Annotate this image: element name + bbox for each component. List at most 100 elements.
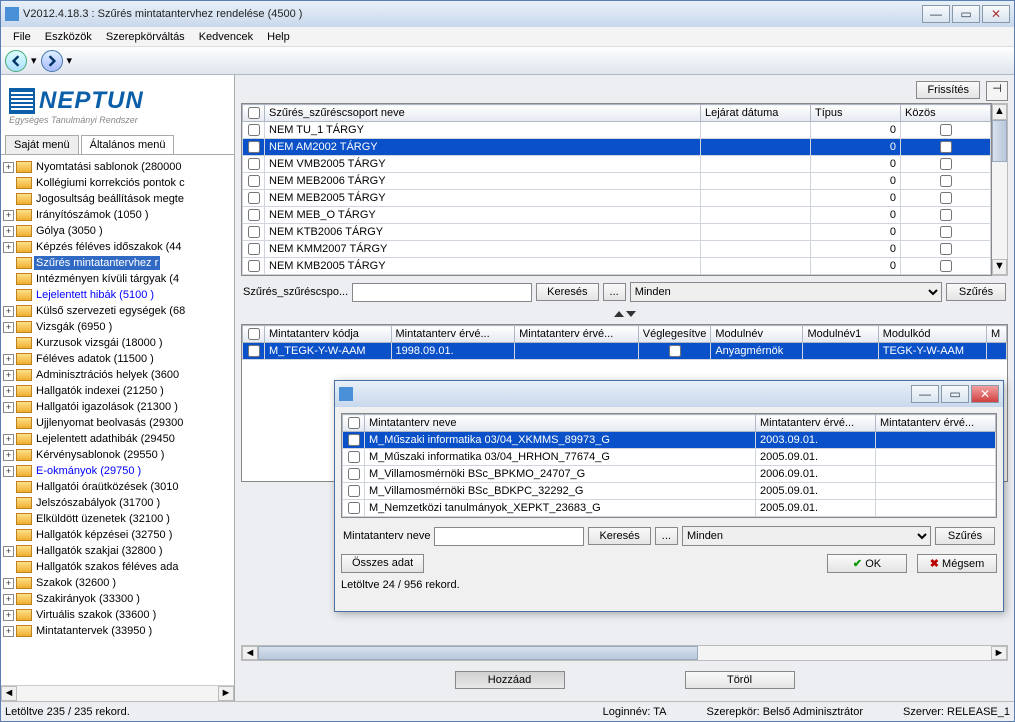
tree-item[interactable]: Intézményen kívüli tárgyak (4 (1, 271, 234, 287)
tree-item[interactable]: +Vizsgák (6950 ) (1, 319, 234, 335)
search-input[interactable] (352, 283, 532, 302)
col-m[interactable]: M (987, 326, 1007, 343)
col-type[interactable]: Típus (811, 105, 901, 122)
shared-checkbox[interactable] (940, 243, 952, 255)
tree-item[interactable]: Hallgatói óraütközések (3010 (1, 479, 234, 495)
scroll-right-icon[interactable]: ► (218, 686, 234, 701)
tree-item[interactable]: +Gólya (3050 ) (1, 223, 234, 239)
col-valid2[interactable]: Mintatanterv érvé... (876, 415, 996, 432)
dialog-search-select[interactable]: Minden (682, 526, 931, 546)
tree-item[interactable]: +Irányítószámok (1050 ) (1, 207, 234, 223)
sidebar-hscroll[interactable]: ◄ ► (1, 685, 234, 701)
tab-general-menu[interactable]: Általános menü (81, 135, 175, 154)
menu-tools[interactable]: Eszközök (39, 29, 98, 45)
tree-item[interactable]: +Hallgatói igazolások (21300 ) (1, 399, 234, 415)
scroll-left-icon[interactable]: ◄ (1, 686, 17, 701)
shared-checkbox[interactable] (940, 192, 952, 204)
dialog-filter-button[interactable]: Szűrés (935, 527, 995, 545)
table-row[interactable]: NEM TU_1 TÁRGY0 (243, 122, 991, 139)
table-row[interactable]: M_Villamosmérnöki BSc_BDKPC_32292_G2005.… (343, 483, 996, 500)
tree-item[interactable]: +Nyomtatási sablonok (280000 (1, 159, 234, 175)
row-checkbox[interactable] (348, 451, 360, 463)
expand-icon[interactable]: + (3, 306, 14, 317)
expand-icon[interactable]: + (3, 386, 14, 397)
browse-button[interactable]: ... (603, 283, 626, 301)
cancel-button[interactable]: Mégsem (917, 554, 997, 573)
close-button[interactable]: ✕ (982, 5, 1010, 23)
tree-item[interactable]: +Hallgatók indexei (21250 ) (1, 383, 234, 399)
shared-checkbox[interactable] (940, 175, 952, 187)
table-row[interactable]: NEM MEB2005 TÁRGY0 (243, 190, 991, 207)
col-name[interactable]: Szűrés_szűréscsoport neve (265, 105, 701, 122)
expand-icon[interactable]: + (3, 162, 14, 173)
tree-item[interactable]: +Szakirányok (33300 ) (1, 591, 234, 607)
dialog-minimize-button[interactable]: — (911, 385, 939, 403)
row-checkbox[interactable] (348, 434, 360, 446)
expand-icon[interactable]: + (3, 434, 14, 445)
expand-icon[interactable]: + (3, 354, 14, 365)
scroll-up-icon[interactable]: ▲ (992, 104, 1007, 120)
tree-item[interactable]: +Hallgatók szakjai (32800 ) (1, 543, 234, 559)
menu-role[interactable]: Szerepkörváltás (100, 29, 191, 45)
expand-icon[interactable]: + (3, 578, 14, 589)
splitter-down-icon[interactable] (626, 311, 636, 317)
tree-item[interactable]: Elküldött üzenetek (32100 ) (1, 511, 234, 527)
add-button[interactable]: Hozzáad (455, 671, 565, 689)
ok-button[interactable]: OK (827, 554, 907, 573)
expand-icon[interactable]: + (3, 402, 14, 413)
expand-icon[interactable]: + (3, 546, 14, 557)
col-code[interactable]: Mintatanterv kódja (265, 326, 392, 343)
search-button[interactable]: Keresés (536, 283, 598, 301)
col-module1[interactable]: Modulnév1 (803, 326, 878, 343)
row-checkbox[interactable] (248, 141, 260, 153)
expand-icon[interactable]: + (3, 610, 14, 621)
tree-item[interactable]: +Adminisztrációs helyek (3600 (1, 367, 234, 383)
expand-icon[interactable] (3, 338, 14, 349)
nav-forward-dropdown[interactable]: ▾ (67, 54, 73, 67)
tree-item[interactable]: +Mintatantervek (33950 ) (1, 623, 234, 639)
dialog-search-input[interactable] (434, 527, 584, 546)
tree-item[interactable]: +Képzés féléves időszakok (44 (1, 239, 234, 255)
minimize-button[interactable]: — (922, 5, 950, 23)
dialog-browse-button[interactable]: ... (655, 527, 678, 545)
tree-item[interactable]: Jogosultság beállítások megte (1, 191, 234, 207)
expand-icon[interactable] (3, 562, 14, 573)
expand-icon[interactable]: + (3, 594, 14, 605)
shared-checkbox[interactable] (940, 158, 952, 170)
col-modulecode[interactable]: Modulkód (878, 326, 986, 343)
tree-item[interactable]: +Lejelentett adathibák (29450 (1, 431, 234, 447)
dialog-search-button[interactable]: Keresés (588, 527, 650, 545)
expand-icon[interactable]: + (3, 226, 14, 237)
shared-checkbox[interactable] (940, 209, 952, 221)
expand-icon[interactable] (3, 514, 14, 525)
table-row[interactable]: M_Villamosmérnöki BSc_BPKMO_24707_G2006.… (343, 466, 996, 483)
expand-icon[interactable]: + (3, 242, 14, 253)
row-checkbox[interactable] (348, 485, 360, 497)
splitter-up-icon[interactable] (614, 311, 624, 317)
shared-checkbox[interactable] (940, 141, 952, 153)
table-row[interactable]: M_Műszaki informatika 03/04_HRHON_77674_… (343, 449, 996, 466)
tree-item[interactable]: Kollégiumi korrekciós pontok c (1, 175, 234, 191)
maximize-button[interactable]: ▭ (952, 5, 980, 23)
tree-item[interactable]: +Kérvénysablonok (29550 ) (1, 447, 234, 463)
row-checkbox[interactable] (248, 158, 260, 170)
tree-item[interactable]: Kurzusok vizsgái (18000 ) (1, 335, 234, 351)
tree-item[interactable]: Szűrés mintatantervhez r (1, 255, 234, 271)
expand-icon[interactable] (3, 274, 14, 285)
splitter[interactable] (241, 308, 1008, 320)
expand-icon[interactable]: + (3, 370, 14, 381)
tree-item[interactable]: Jelszószabályok (31700 ) (1, 495, 234, 511)
table-row[interactable]: NEM MEB2006 TÁRGY0 (243, 173, 991, 190)
main-hscroll[interactable]: ◄ ► (241, 645, 1008, 661)
expand-icon[interactable] (3, 530, 14, 541)
scroll-left-icon[interactable]: ◄ (242, 646, 258, 660)
grid-vscroll[interactable]: ▲ ▼ (992, 103, 1008, 276)
tree-item[interactable]: +Szakok (32600 ) (1, 575, 234, 591)
menu-tree[interactable]: +Nyomtatási sablonok (280000Kollégiumi k… (1, 155, 234, 685)
row-checkbox[interactable] (248, 209, 260, 221)
col-checkbox[interactable] (343, 415, 365, 432)
menu-file[interactable]: File (7, 29, 37, 45)
col-valid1[interactable]: Mintatanterv érvé... (391, 326, 515, 343)
scroll-right-icon[interactable]: ► (991, 646, 1007, 660)
expand-icon[interactable] (3, 290, 14, 301)
